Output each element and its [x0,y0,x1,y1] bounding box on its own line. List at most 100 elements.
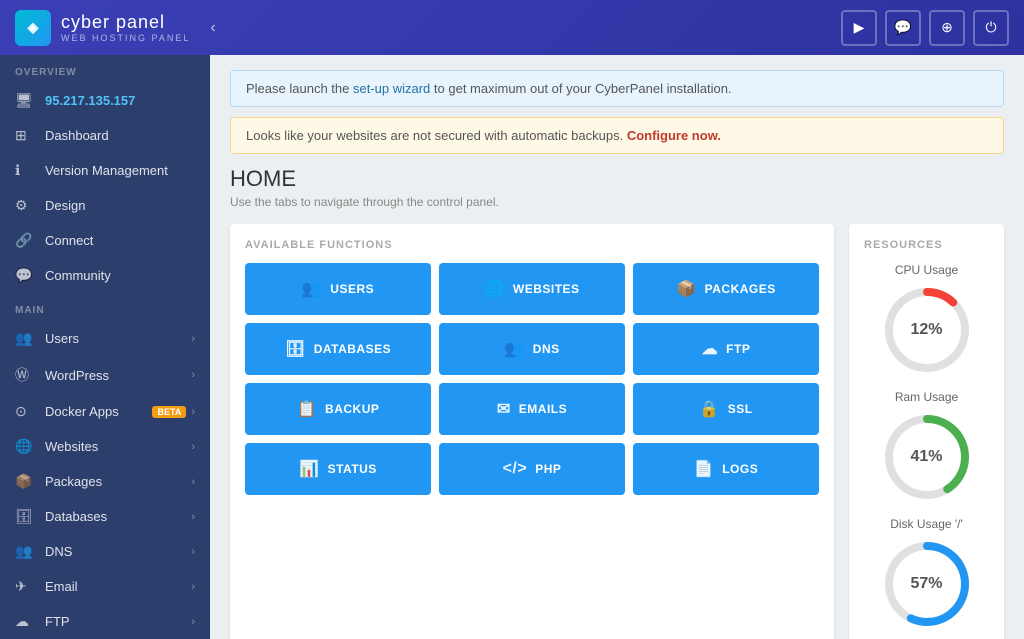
sidebar-item-wordpress[interactable]: Ⓦ WordPress › [0,356,210,394]
chat-icon-button[interactable]: 💬 [885,10,921,46]
sidebar-item-dns[interactable]: 👥 DNS › [0,534,210,569]
backup-func-icon: 📋 [297,399,317,419]
sidebar-item-label: Users [45,331,191,346]
page-title: HOME [230,166,1004,192]
disk-usage-percent: 57% [910,575,942,593]
websites-func-icon: 🌐 [484,279,504,299]
dns-func-label: DNS [533,342,560,356]
community-icon: 💬 [15,267,35,284]
functions-section-label: AVAILABLE FUNCTIONS [245,239,819,251]
alert-warning-text: Looks like your websites are not secured… [246,128,627,143]
dns-icon: 👥 [15,543,35,560]
ftp-func-icon: ☁ [702,339,719,359]
main-content: Please launch the set-up wizard to get m… [210,55,1024,639]
packages-icon: 📦 [15,473,35,490]
sidebar-item-label: WordPress [45,368,191,383]
sidebar-item-packages[interactable]: 📦 Packages › [0,464,210,499]
dns-function-button[interactable]: 👥 DNS [439,323,625,375]
disk-usage-item: Disk Usage '/' 57% [864,517,989,629]
php-function-button[interactable]: </> PHP [439,443,625,495]
disk-usage-label: Disk Usage '/' [864,517,989,531]
sidebar-item-label: FTP [45,614,191,629]
chevron-right-icon: › [191,441,195,453]
cpu-usage-percent: 12% [910,321,942,339]
sidebar-item-label: Version Management [45,163,195,178]
chevron-right-icon: › [191,369,195,381]
logo-main: cyber panel [61,12,190,33]
header-right: ▶ 💬 ⊕ ⏻ [841,10,1009,46]
sidebar-item-connect[interactable]: 🔗 Connect [0,223,210,258]
sidebar-item-label: Docker Apps [45,404,152,419]
databases-func-icon: 🗄 [285,339,306,359]
ftp-func-label: FTP [726,342,750,356]
users-icon: 👥 [15,330,35,347]
sidebar: OVERVIEW 🖥 95.217.135.157 ⊞ Dashboard ℹ … [0,55,210,639]
emails-function-button[interactable]: ✉ EMAILS [439,383,625,435]
ssl-function-button[interactable]: 🔒 SSL [633,383,819,435]
ssl-func-icon: 🔒 [699,399,719,419]
dns-func-icon: 👥 [504,339,524,359]
logo-icon: ◈ [15,10,51,46]
overview-section-label: OVERVIEW [0,55,210,83]
sidebar-item-label: Design [45,198,195,213]
sidebar-item-ip[interactable]: 🖥 95.217.135.157 [0,83,210,118]
users-func-label: USERS [330,282,374,296]
logs-func-label: LOGS [722,462,758,476]
chevron-right-icon: › [191,581,195,593]
power-icon-button[interactable]: ⏻ [973,10,1009,46]
ftp-icon: ☁ [15,613,35,630]
sidebar-item-dashboard[interactable]: ⊞ Dashboard [0,118,210,153]
users-func-icon: 👥 [302,279,322,299]
ssl-func-label: SSL [728,402,753,416]
backup-function-button[interactable]: 📋 BACKUP [245,383,431,435]
alert-info-text2: to get maximum out of your CyberPanel in… [434,81,732,96]
resources-section-label: RESOURCES [864,239,989,251]
chevron-right-icon: › [191,616,195,628]
sidebar-item-websites[interactable]: 🌐 Websites › [0,429,210,464]
chevron-right-icon: › [191,511,195,523]
cpu-donut-chart: 12% [882,285,972,375]
backup-warning-alert: Looks like your websites are not secured… [230,117,1004,154]
alert-info-text: Please launch the [246,81,353,96]
logs-function-button[interactable]: 📄 LOGS [633,443,819,495]
logs-func-icon: 📄 [694,459,714,479]
configure-now-link[interactable]: Configure now. [627,128,721,143]
sidebar-collapse-button[interactable]: ‹ [210,19,215,37]
users-function-button[interactable]: 👥 USERS [245,263,431,315]
docker-icon: ⊙ [15,403,35,420]
sidebar-item-email[interactable]: ✈ Email › [0,569,210,604]
status-function-button[interactable]: 📊 STATUS [245,443,431,495]
php-func-icon: </> [503,460,528,478]
sidebar-item-users[interactable]: 👥 Users › [0,321,210,356]
sidebar-item-label: Email [45,579,191,594]
databases-function-button[interactable]: 🗄 DATABASES [245,323,431,375]
packages-function-button[interactable]: 📦 PACKAGES [633,263,819,315]
sidebar-item-label: Websites [45,439,191,454]
backup-func-label: BACKUP [325,402,379,416]
sidebar-item-version-management[interactable]: ℹ Version Management [0,153,210,188]
status-func-icon: 📊 [299,459,319,479]
cpu-usage-item: CPU Usage 12% [864,263,989,375]
websites-function-button[interactable]: 🌐 WEBSITES [439,263,625,315]
sidebar-item-label: Dashboard [45,128,195,143]
databases-icon: 🗄 [15,508,35,525]
websites-func-label: WEBSITES [513,282,580,296]
emails-func-icon: ✉ [497,399,511,419]
help-icon-button[interactable]: ⊕ [929,10,965,46]
link-icon: 🔗 [15,232,35,249]
sidebar-item-community[interactable]: 💬 Community [0,258,210,293]
ftp-function-button[interactable]: ☁ FTP [633,323,819,375]
youtube-icon-button[interactable]: ▶ [841,10,877,46]
status-func-label: STATUS [328,462,377,476]
ram-donut-chart: 41% [882,412,972,502]
sidebar-item-databases[interactable]: 🗄 Databases › [0,499,210,534]
sidebar-item-docker-apps[interactable]: ⊙ Docker Apps BETA › [0,394,210,429]
chevron-right-icon: › [191,333,195,345]
sidebar-item-ftp[interactable]: ☁ FTP › [0,604,210,639]
page-subtitle: Use the tabs to navigate through the con… [230,195,1004,209]
cpu-usage-label: CPU Usage [864,263,989,277]
logo-text: cyber panel WEB HOSTING PANEL [61,12,190,43]
beta-badge: BETA [152,406,186,418]
sidebar-item-design[interactable]: ⚙ Design [0,188,210,223]
setup-wizard-link[interactable]: set-up wizard [353,81,430,96]
